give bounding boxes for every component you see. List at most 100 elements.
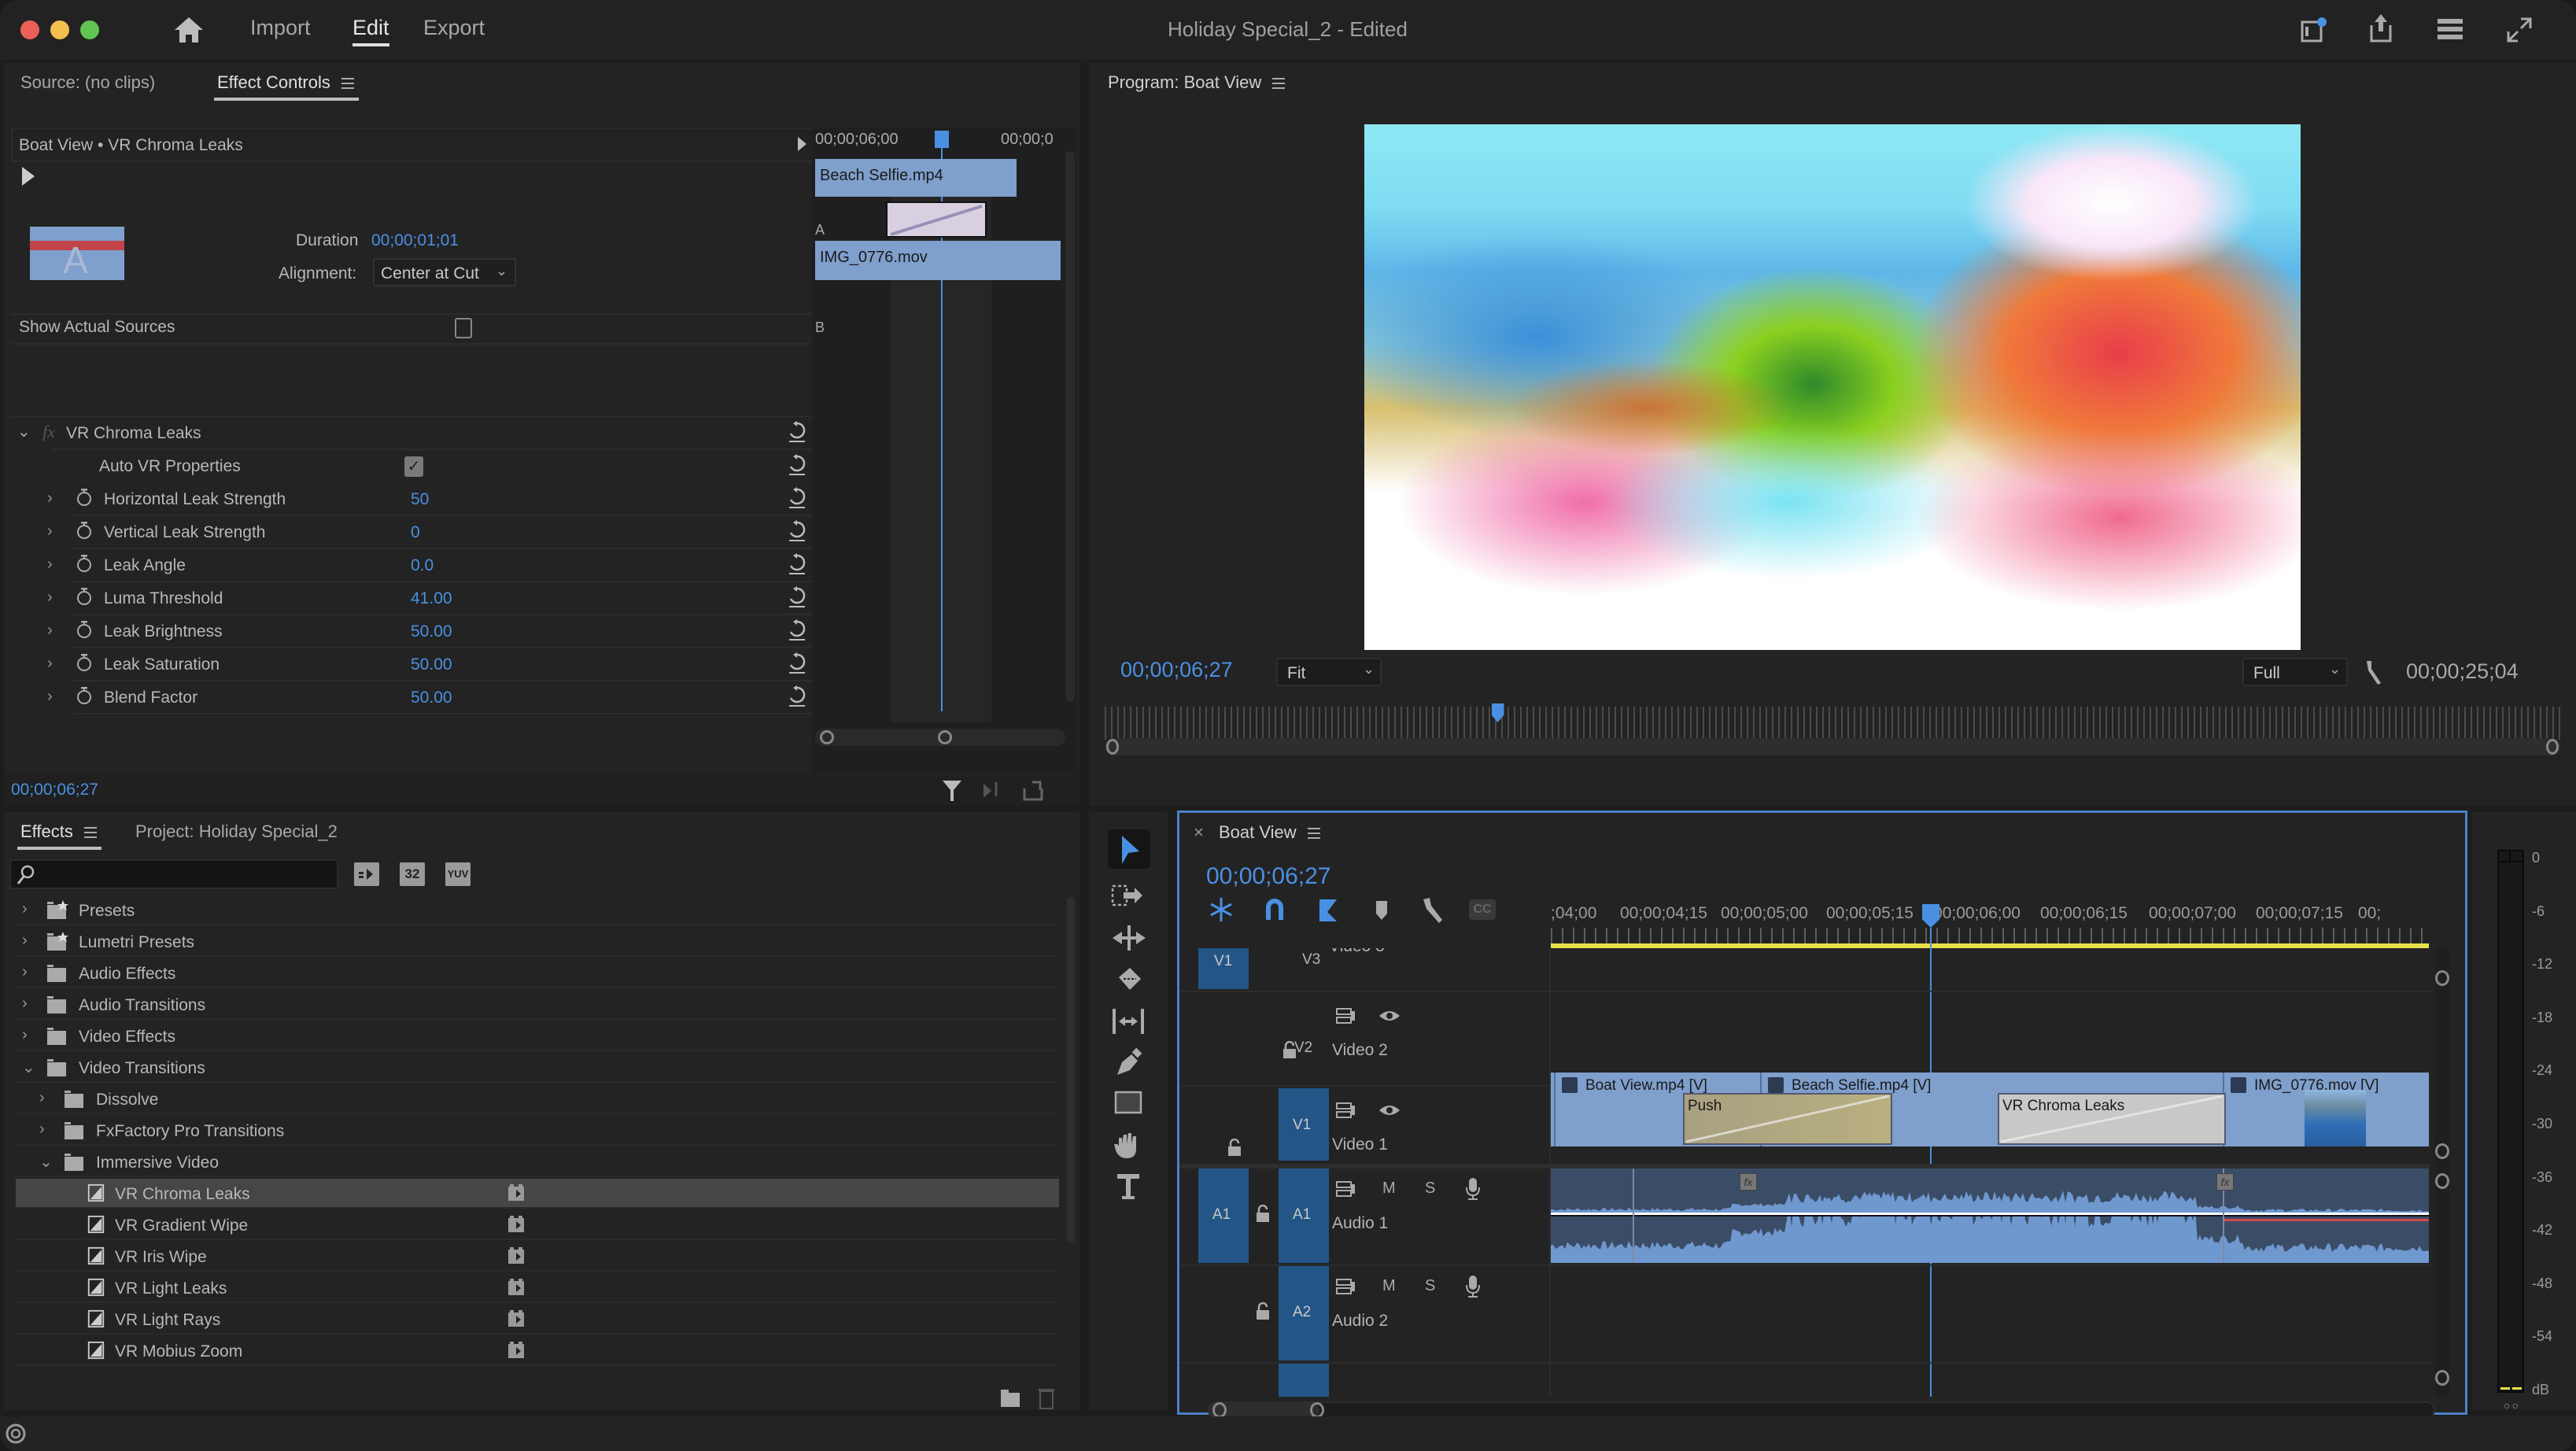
- workspaces-icon[interactable]: [2436, 17, 2464, 41]
- expand-chevron-icon[interactable]: ›: [47, 655, 53, 673]
- chevron-down-icon[interactable]: ⌄: [39, 1152, 53, 1172]
- effect-item[interactable]: VR Light Rays: [16, 1305, 1059, 1335]
- param-value[interactable]: 50.00: [411, 655, 452, 674]
- reset-parameter-icon[interactable]: [785, 486, 809, 510]
- fullscreen-icon[interactable]: [2505, 16, 2534, 44]
- filter-icon[interactable]: [941, 779, 963, 803]
- clip-indicator-right[interactable]: [2511, 851, 2522, 862]
- timeline-playhead[interactable]: [1922, 904, 1939, 928]
- mini-zoom-scrollbar[interactable]: [815, 729, 1065, 746]
- toggle-output-eye-icon[interactable]: [1378, 1008, 1401, 1024]
- scroll-handle-right[interactable]: [1310, 1402, 1324, 1418]
- expand-chevron-icon[interactable]: ›: [47, 489, 53, 508]
- add-marker-icon[interactable]: [1368, 896, 1395, 923]
- audio-loop-icon[interactable]: [980, 779, 1004, 803]
- param-value[interactable]: 0: [411, 523, 420, 542]
- home-icon[interactable]: [173, 16, 205, 44]
- effect-item[interactable]: VR Chroma Leaks: [16, 1179, 1059, 1209]
- play-transition-icon[interactable]: [22, 167, 35, 186]
- effect-folder[interactable]: › Lumetri Presets: [16, 927, 1059, 957]
- reset-parameter-icon[interactable]: [785, 585, 809, 609]
- panel-menu-icon[interactable]: [83, 827, 97, 839]
- alignment-dropdown[interactable]: Center at Cut ⌄: [373, 258, 516, 286]
- track-target-v1[interactable]: V1: [1279, 1088, 1329, 1161]
- reset-parameter-icon[interactable]: [785, 652, 809, 675]
- settings-wrench-icon[interactable]: [2362, 658, 2386, 686]
- effect-folder[interactable]: ⌄ Immersive Video: [16, 1147, 1059, 1177]
- panel-menu-icon[interactable]: [1307, 828, 1320, 840]
- effect-item[interactable]: VR Mobius Zoom: [16, 1336, 1059, 1366]
- chevron-right-icon[interactable]: ›: [22, 963, 28, 981]
- sync-lock-icon[interactable]: [1335, 1180, 1357, 1198]
- program-zoom-scrollbar[interactable]: [1105, 738, 2560, 755]
- param-value[interactable]: 50: [411, 490, 429, 509]
- new-bin-icon[interactable]: [999, 1388, 1021, 1409]
- scroll-handle-right[interactable]: [2546, 739, 2559, 755]
- track-target-a3[interactable]: [1279, 1364, 1329, 1397]
- effect-header-row[interactable]: ⌄ fx VR Chroma Leaks: [9, 417, 818, 450]
- stopwatch-icon[interactable]: [76, 686, 93, 705]
- timeline-vertical-scrollbar[interactable]: [2435, 948, 2449, 1397]
- yuv-filter-button[interactable]: YUV: [445, 862, 471, 886]
- delete-icon[interactable]: [1037, 1386, 1056, 1410]
- mini-vertical-scrollbar[interactable]: [1065, 151, 1075, 702]
- tab-source[interactable]: Source: (no clips): [20, 72, 155, 93]
- stopwatch-icon[interactable]: [76, 488, 93, 507]
- ripple-edit-tool[interactable]: [1109, 922, 1149, 954]
- param-value[interactable]: 41.00: [411, 589, 452, 608]
- solo-track-button[interactable]: S: [1425, 1277, 1435, 1295]
- reset-parameter-icon[interactable]: [785, 618, 809, 642]
- stopwatch-icon[interactable]: [76, 521, 93, 540]
- mini-transition[interactable]: [886, 201, 987, 238]
- track-lock-icon[interactable]: [1227, 1139, 1242, 1157]
- tab-effect-controls[interactable]: Effect Controls: [214, 72, 359, 101]
- sync-lock-icon[interactable]: [1335, 1277, 1357, 1296]
- close-sequence-icon[interactable]: ×: [1194, 822, 1204, 843]
- voice-over-record-mic-icon[interactable]: [1464, 1176, 1482, 1200]
- solo-track-button[interactable]: S: [1425, 1180, 1435, 1198]
- export-icon[interactable]: [1021, 779, 1045, 803]
- zoom-level-dropdown[interactable]: Fit ⌄: [1276, 658, 1382, 686]
- source-patch-v1[interactable]: V1: [1198, 948, 1249, 989]
- effects-scrollbar[interactable]: [1067, 897, 1075, 1243]
- effect-item[interactable]: VR Random Blocks: [16, 1368, 1059, 1371]
- work-area-bar[interactable]: [1551, 943, 2429, 948]
- param-value[interactable]: 50.00: [411, 622, 452, 641]
- rectangle-tool[interactable]: [1109, 1087, 1149, 1119]
- meter-solo-buttons[interactable]: ○○: [2504, 1399, 2520, 1412]
- playback-resolution-dropdown[interactable]: Full ⌄: [2242, 658, 2348, 686]
- timeline-settings-wrench-icon[interactable]: [1417, 895, 1449, 926]
- scroll-handle-left[interactable]: [1212, 1402, 1227, 1418]
- chevron-right-icon[interactable]: ›: [39, 1121, 45, 1139]
- effect-folder[interactable]: › FxFactory Pro Transitions: [16, 1116, 1059, 1146]
- type-tool[interactable]: [1109, 1171, 1149, 1202]
- track-id-v3[interactable]: V3: [1302, 951, 1320, 969]
- razor-tool[interactable]: [1109, 965, 1149, 996]
- effect-controls-current-time[interactable]: 00;00;06;27: [11, 781, 98, 799]
- effect-folder[interactable]: › Audio Transitions: [16, 990, 1059, 1020]
- program-current-time[interactable]: 00;00;06;27: [1120, 658, 1233, 682]
- transition-block[interactable]: VR Chroma Leaks: [1998, 1093, 2226, 1145]
- toggle-output-eye-icon[interactable]: [1378, 1102, 1401, 1118]
- creative-cloud-icon[interactable]: [3, 1423, 28, 1445]
- panel-menu-icon[interactable]: [1272, 78, 1286, 90]
- program-video-frame[interactable]: [1364, 124, 2301, 650]
- close-window-button[interactable]: [20, 20, 39, 39]
- mute-track-button[interactable]: M: [1382, 1277, 1396, 1295]
- effect-folder[interactable]: › Dissolve: [16, 1084, 1059, 1114]
- tab-project[interactable]: Project: Holiday Special_2: [135, 821, 338, 842]
- reset-parameter-icon[interactable]: [785, 519, 809, 543]
- expand-triangle-icon[interactable]: [798, 137, 806, 151]
- fx-badge-icon[interactable]: fx: [42, 422, 55, 442]
- mute-track-button[interactable]: M: [1382, 1180, 1396, 1198]
- reset-parameter-icon[interactable]: [785, 453, 809, 477]
- effect-folder[interactable]: › Presets: [16, 895, 1059, 925]
- track-id-v2[interactable]: V2: [1294, 1039, 1312, 1057]
- param-value[interactable]: 50.00: [411, 689, 452, 707]
- stopwatch-icon[interactable]: [76, 587, 93, 606]
- nest-sequences-icon[interactable]: [1208, 896, 1234, 923]
- duration-value[interactable]: 00;00;01;01: [371, 231, 459, 250]
- param-value[interactable]: 0.0: [411, 556, 434, 575]
- effects-search-input[interactable]: [9, 859, 338, 889]
- expand-chevron-icon[interactable]: ›: [47, 688, 53, 706]
